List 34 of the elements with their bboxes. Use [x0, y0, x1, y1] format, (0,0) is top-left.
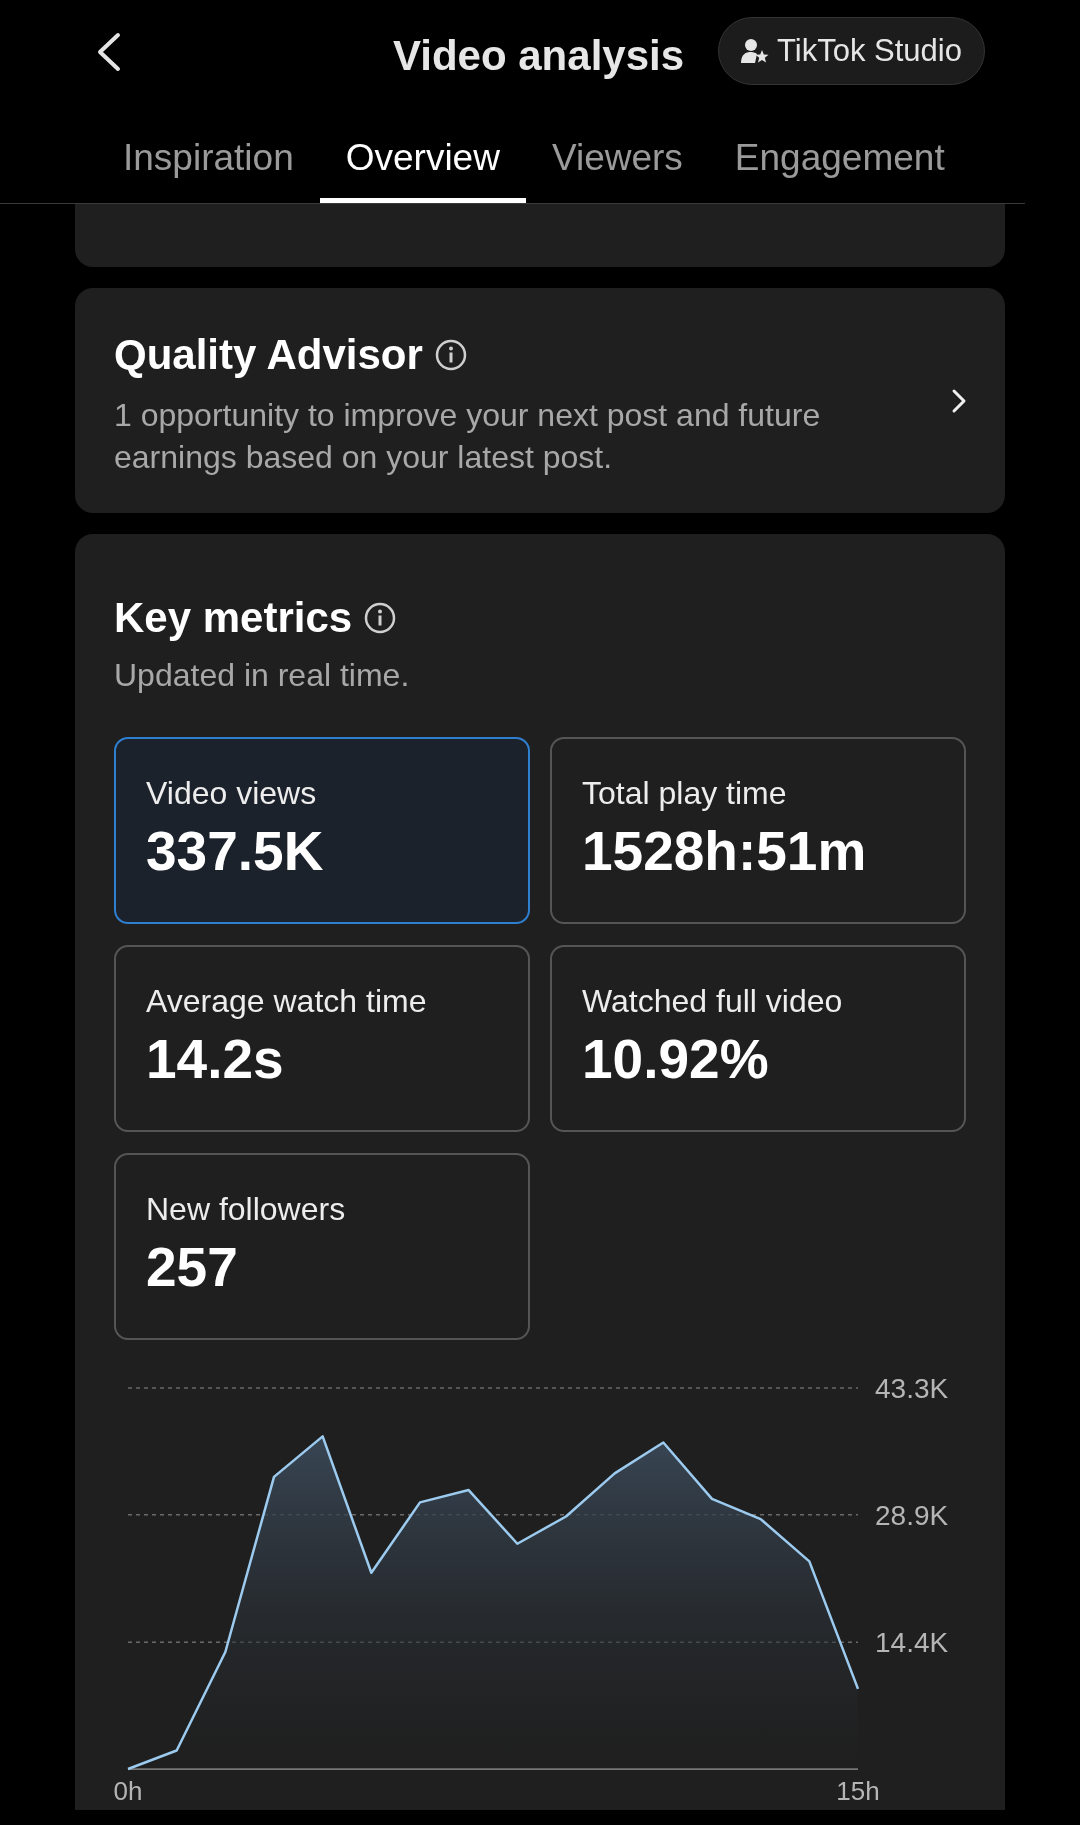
metric-value: 257 [146, 1235, 239, 1299]
card-title: Quality Advisor [114, 330, 423, 380]
metric-value: 14.2s [146, 1027, 285, 1091]
card-subtitle: Updated in real time. [114, 656, 411, 695]
metric-value: 1528h:51m [582, 819, 868, 883]
page-title: Video analysis [393, 31, 685, 81]
metric-tile[interactable]: Video views 337.5K [114, 737, 530, 924]
chevron-right-icon [951, 387, 967, 414]
metric-tile[interactable]: Average watch time 14.2s [114, 945, 530, 1132]
y-tick-label: 14.4K [875, 1627, 949, 1659]
metric-label: Watched full video [582, 982, 844, 1021]
metric-label: Average watch time [146, 982, 428, 1021]
info-icon [434, 338, 467, 371]
metric-tile[interactable]: Total play time 1528h:51m [550, 737, 966, 924]
info-icon [364, 601, 397, 634]
x-tick-label: 0h [114, 1776, 143, 1806]
person-star-icon [741, 38, 769, 64]
y-tick-label: 28.9K [875, 1499, 949, 1531]
x-tick-label: 15h [836, 1776, 880, 1806]
metric-value: 10.92% [582, 1027, 770, 1091]
metric-tile[interactable]: Watched full video 10.92% [550, 945, 966, 1132]
metric-label: New followers [146, 1190, 347, 1229]
tab[interactable]: Inspiration [97, 117, 320, 203]
studio-button[interactable]: TikTok Studio [718, 17, 985, 85]
metric-tile[interactable]: New followers 257 [114, 1153, 530, 1340]
metric-label: Video views [146, 774, 318, 813]
tab[interactable]: Engagement [708, 117, 971, 203]
quality-advisor-card[interactable]: Quality Advisor 1 opportunity to improve your next post and future earnings based on your latest post. [75, 288, 1005, 513]
metric-label: Total play time [582, 774, 788, 813]
metric-value: 337.5K [146, 819, 325, 883]
y-tick-label: 43.3K [875, 1373, 949, 1404]
card-title: Key metrics [114, 593, 353, 643]
tab[interactable]: Viewers [525, 117, 709, 203]
card-description: 1 opportunity to improve your next post and future earnings based on your latest post. [114, 396, 822, 477]
